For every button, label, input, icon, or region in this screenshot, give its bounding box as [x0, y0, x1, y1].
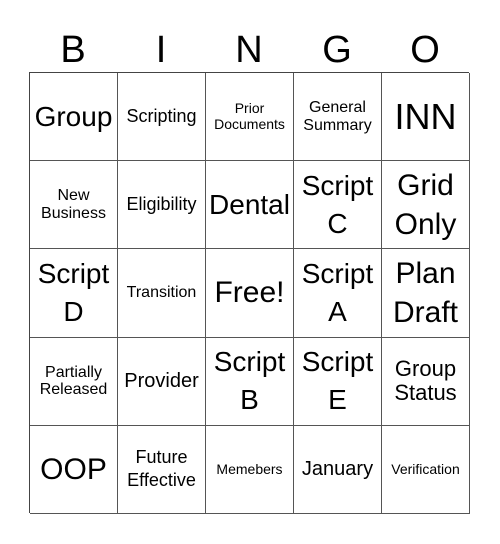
bingo-cell[interactable]: January — [294, 425, 382, 514]
bingo-cell[interactable]: Script B — [206, 337, 294, 426]
bingo-cell[interactable]: Script C — [294, 161, 382, 250]
bingo-cell[interactable]: Plan Draft — [382, 249, 470, 338]
bingo-cell[interactable]: Script A — [294, 249, 382, 338]
bingo-cell[interactable]: Provider — [118, 337, 206, 426]
bingo-cell[interactable]: Transition — [118, 249, 206, 338]
bingo-cell[interactable]: Grid Only — [382, 161, 470, 250]
bingo-cell[interactable]: New Business — [30, 161, 118, 250]
bingo-cell[interactable]: Partially Released — [30, 337, 118, 426]
bingo-cell[interactable]: Scripting — [118, 73, 206, 162]
bingo-cell[interactable]: Verification — [382, 425, 470, 514]
bingo-cell[interactable]: General Summary — [294, 73, 382, 162]
header-letter-n: N — [235, 29, 263, 71]
bingo-cell[interactable]: Group Status — [382, 337, 470, 426]
header-letter-i: I — [155, 29, 167, 71]
bingo-cell[interactable]: Dental — [206, 161, 294, 250]
bingo-header: B I N G O — [29, 28, 469, 72]
bingo-cell[interactable]: OOP — [30, 425, 118, 514]
bingo-cell[interactable]: Eligibility — [118, 161, 206, 250]
header-letter-b: B — [60, 29, 86, 71]
header-letter-o: O — [410, 29, 440, 71]
bingo-card-grid: Group Scripting Prior Documents General … — [29, 72, 470, 514]
bingo-cell[interactable]: Memebers — [206, 425, 294, 514]
bingo-cell[interactable]: Future Effective — [118, 425, 206, 514]
bingo-cell[interactable]: Script D — [30, 249, 118, 338]
bingo-cell[interactable]: Prior Documents — [206, 73, 294, 162]
header-letter-g: G — [322, 29, 352, 71]
bingo-cell[interactable]: Group — [30, 73, 118, 162]
free-space-cell[interactable]: Free! — [206, 249, 294, 338]
bingo-cell[interactable]: Script E — [294, 337, 382, 426]
bingo-cell[interactable]: INN — [382, 73, 470, 162]
